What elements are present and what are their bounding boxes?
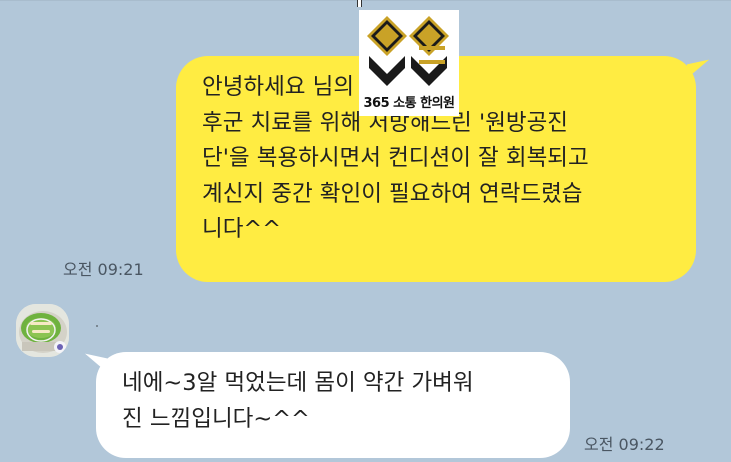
outgoing-timestamp: 오전 09:21 <box>63 260 144 279</box>
clinic-logo: 365 소통 한의원 <box>359 10 459 116</box>
scroll-marker <box>357 0 362 7</box>
incoming-message-text: 네에~3알 먹었는데 몸이 약간 가벼워 진 느낌입니다~^^ <box>122 370 474 432</box>
sender-name-placeholder <box>96 325 98 327</box>
incoming-message-bubble[interactable]: 네에~3알 먹었는데 몸이 약간 가벼워 진 느낌입니다~^^ <box>96 352 570 458</box>
clinic-logo-text: 365 소통 한의원 <box>363 96 456 111</box>
incoming-timestamp: 오전 09:22 <box>584 435 665 454</box>
avatar[interactable] <box>16 304 69 357</box>
top-divider <box>0 0 731 1</box>
clinic-logo-mark <box>367 16 449 86</box>
avatar-cake-image <box>16 304 69 357</box>
